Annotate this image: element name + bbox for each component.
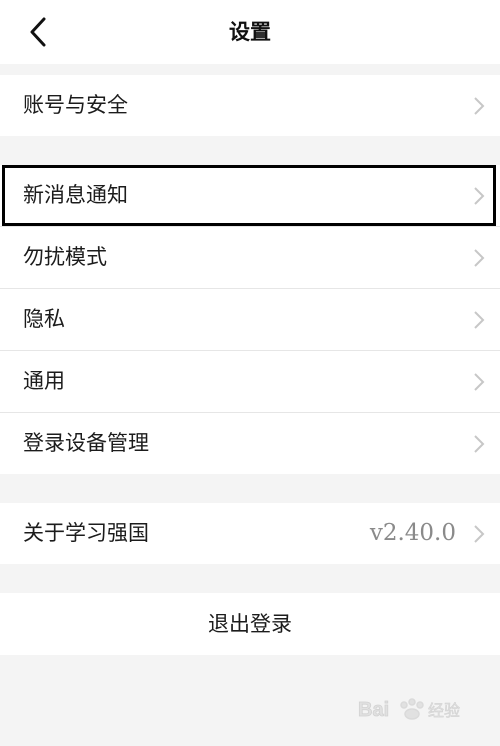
- logout-label: 退出登录: [208, 612, 292, 636]
- chevron-right-icon: [474, 372, 485, 391]
- nav-header: 设置: [0, 0, 500, 64]
- row-account-security[interactable]: 账号与安全: [0, 75, 500, 136]
- chevron-right-icon: [474, 310, 485, 329]
- chevron-right-icon: [474, 524, 485, 543]
- chevron-right-icon: [474, 186, 485, 205]
- row-label: 通用: [23, 369, 65, 393]
- row-label: 隐私: [23, 307, 65, 331]
- row-label: 关于学习强国: [23, 521, 149, 545]
- chevron-right-icon: [474, 434, 485, 453]
- svg-text:Bai: Bai: [358, 699, 389, 721]
- row-general[interactable]: 通用: [0, 351, 500, 412]
- baidu-watermark: Bai 经验: [356, 690, 476, 726]
- page-title: 设置: [229, 20, 271, 44]
- row-new-message-notification[interactable]: 新消息通知: [0, 165, 500, 226]
- row-do-not-disturb[interactable]: 勿扰模式: [0, 227, 500, 288]
- row-label: 勿扰模式: [23, 245, 107, 269]
- row-privacy[interactable]: 隐私: [0, 289, 500, 350]
- svg-text:经验: 经验: [428, 702, 460, 720]
- chevron-right-icon: [474, 96, 485, 115]
- row-label: 登录设备管理: [23, 431, 149, 455]
- baidu-logo-icon: Bai 经验: [358, 698, 460, 721]
- chevron-right-icon: [474, 248, 485, 267]
- chevron-left-icon: [30, 17, 46, 47]
- back-button[interactable]: [22, 14, 58, 50]
- logout-button[interactable]: 退出登录: [0, 593, 500, 655]
- version-value: v2.40.0: [369, 520, 456, 546]
- row-label: 新消息通知: [23, 183, 128, 207]
- row-login-device-management[interactable]: 登录设备管理: [0, 413, 500, 474]
- row-about[interactable]: 关于学习强国 v2.40.0: [0, 503, 500, 564]
- row-label: 账号与安全: [23, 93, 128, 117]
